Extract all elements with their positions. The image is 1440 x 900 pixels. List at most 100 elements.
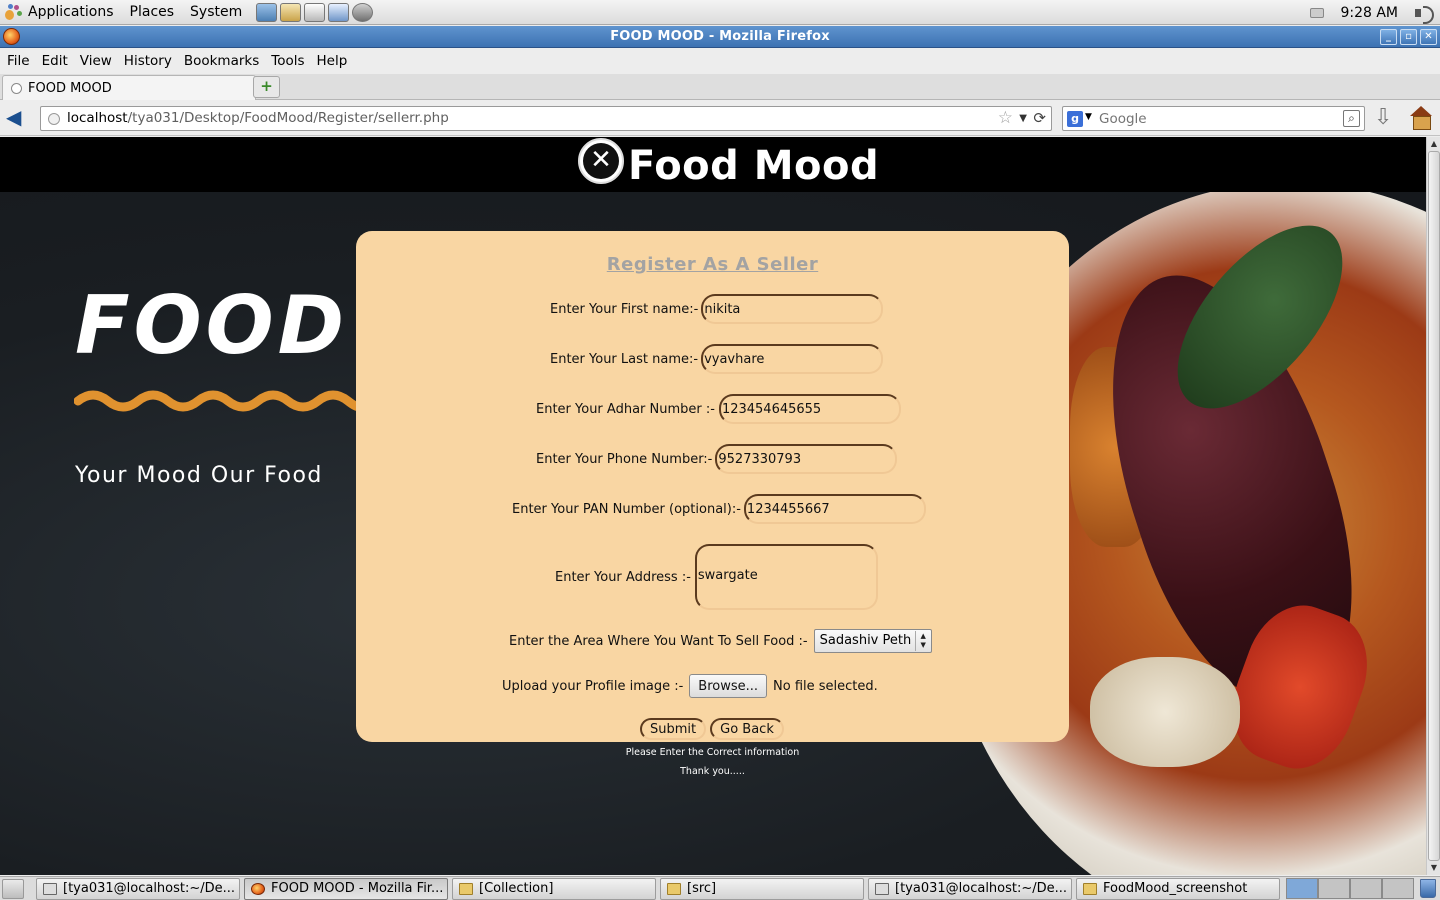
screenshot-launcher-icon[interactable] — [328, 2, 350, 22]
task-src-folder[interactable]: [src] — [660, 878, 864, 900]
task-collection-folder[interactable]: [Collection] — [452, 878, 656, 900]
places-menu[interactable]: Places — [122, 0, 183, 25]
window-titlebar[interactable]: FOOD MOOD - Mozilla Firefox _ ▫ ✕ — [0, 26, 1440, 48]
navigation-bar: ◀ localhost/tya031/Desktop/FoodMood/Regi… — [0, 101, 1440, 136]
seller-registration-form: Register As A Seller Enter Your First na… — [356, 231, 1069, 742]
area-select[interactable]: Sadashiv Peth ▲ ▼ — [813, 629, 933, 653]
download-arrow-icon[interactable]: ⇩ — [1374, 107, 1392, 129]
web-browser-launcher-icon[interactable] — [256, 2, 278, 22]
text-editor-launcher-icon[interactable] — [304, 2, 326, 22]
go-back-button[interactable]: Go Back — [710, 718, 784, 740]
url-history-dropdown-icon[interactable]: ▼ — [1019, 107, 1027, 130]
form-title: Register As A Seller — [606, 254, 819, 275]
search-magnifier-icon[interactable]: ⌕ — [1343, 110, 1360, 127]
scroll-down-arrow-icon[interactable]: ▼ — [1428, 862, 1440, 874]
file-status-text: No file selected. — [773, 678, 878, 694]
url-bar[interactable]: localhost/tya031/Desktop/FoodMood/Regist… — [40, 106, 1052, 131]
site-header: Food Mood — [0, 137, 1426, 192]
last-name-input[interactable] — [701, 344, 884, 374]
form-actions: Submit Go Back — [640, 718, 784, 740]
site-title: Food Mood — [628, 143, 880, 189]
volume-icon[interactable] — [1414, 4, 1434, 24]
address-textarea[interactable]: swargate — [694, 544, 878, 610]
last-name-row: Enter Your Last name:- — [550, 344, 884, 374]
bookmark-star-icon[interactable]: ☆ — [998, 107, 1013, 130]
workspace-4[interactable] — [1382, 878, 1414, 899]
task-label: [tya031@localhost:~/De... — [895, 881, 1068, 896]
scrollbar-thumb[interactable] — [1428, 151, 1440, 861]
task-label: FoodMood_screenshot — [1103, 881, 1248, 896]
phone-number-input[interactable] — [715, 444, 898, 474]
back-arrow-icon[interactable]: ◀ — [6, 107, 30, 129]
search-engine-dropdown-icon[interactable]: ▼ — [1085, 112, 1092, 122]
close-button[interactable]: ✕ — [1420, 29, 1437, 45]
address-label: Enter Your Address :- — [555, 569, 691, 585]
submit-button[interactable]: Submit — [640, 718, 707, 740]
page-viewport: Food Mood FOOD MOOD Your Mood Our Food R… — [0, 137, 1426, 875]
trash-icon[interactable] — [1420, 879, 1436, 898]
task-firefox[interactable]: FOOD MOOD - Mozilla Fir... — [244, 878, 448, 900]
tab-food-mood[interactable]: FOOD MOOD — [2, 75, 256, 100]
url-path: /tya031/Desktop/FoodMood/Register/seller… — [127, 110, 449, 126]
task-screenshot-folder[interactable]: FoodMood_screenshot — [1076, 878, 1280, 900]
menu-history[interactable]: History — [118, 53, 178, 69]
adhar-row: Enter Your Adhar Number :- — [536, 394, 901, 424]
page-scrollbar[interactable]: ▲ ▼ — [1426, 137, 1440, 875]
menu-bar: File Edit View History Bookmarks Tools H… — [0, 49, 1440, 73]
area-row: Enter the Area Where You Want To Sell Fo… — [509, 629, 933, 653]
area-label: Enter the Area Where You Want To Sell Fo… — [509, 633, 808, 649]
search-bar: g ▼ ⌕ — [1062, 106, 1365, 131]
task-terminal-2[interactable]: [tya031@localhost:~/De... — [868, 878, 1072, 900]
menu-view[interactable]: View — [74, 53, 118, 69]
menu-edit[interactable]: Edit — [36, 53, 74, 69]
maximize-button[interactable]: ▫ — [1400, 29, 1417, 45]
workspace-2[interactable] — [1318, 878, 1350, 899]
home-icon[interactable] — [1408, 106, 1434, 130]
hero-tagline: Your Mood Our Food — [75, 463, 323, 488]
terminal-icon — [875, 883, 889, 895]
gnome-foot-icon — [5, 4, 23, 20]
applications-menu-label: Applications — [28, 3, 114, 20]
page-favicon-icon — [11, 82, 22, 94]
fork-knife-logo-icon — [578, 138, 624, 184]
panel-clock[interactable]: 9:28 AM — [1340, 5, 1398, 21]
pan-number-input[interactable] — [743, 494, 926, 524]
mail-launcher-icon[interactable] — [280, 2, 302, 22]
first-name-input[interactable] — [701, 294, 884, 324]
workspace-3[interactable] — [1350, 878, 1382, 899]
first-name-row: Enter Your First name:- — [550, 294, 884, 324]
top-panel: Applications Places System 9:28 AM — [0, 0, 1440, 25]
workspace-1[interactable] — [1286, 878, 1318, 899]
site-identity-icon[interactable] — [48, 113, 60, 125]
new-tab-button[interactable]: + — [253, 76, 280, 98]
tab-bar: FOOD MOOD + — [0, 74, 1440, 100]
menu-file[interactable]: File — [1, 53, 36, 69]
applications-menu[interactable]: Applications — [0, 0, 122, 25]
search-input[interactable] — [1099, 110, 1339, 128]
browse-file-button[interactable]: Browse... — [689, 674, 768, 698]
reload-icon[interactable]: ⟳ — [1033, 107, 1046, 130]
task-label: FOOD MOOD - Mozilla Fir... — [271, 881, 444, 896]
phone-label: Enter Your Phone Number:- — [536, 451, 713, 467]
scroll-up-arrow-icon[interactable]: ▲ — [1428, 138, 1440, 150]
panel-launchers — [256, 2, 374, 22]
form-note-line-2: Thank you..... — [680, 766, 745, 777]
network-launcher-icon[interactable] — [352, 2, 374, 22]
google-search-engine-icon[interactable]: g — [1067, 111, 1083, 127]
menu-help[interactable]: Help — [311, 53, 354, 69]
show-desktop-icon[interactable] — [2, 879, 24, 899]
select-updown-arrows-icon: ▲ ▼ — [915, 631, 930, 651]
network-tray-icon[interactable] — [1310, 7, 1325, 18]
first-name-label: Enter Your First name:- — [550, 301, 699, 317]
folder-icon — [1083, 883, 1097, 895]
workspace-switcher — [1286, 878, 1414, 900]
task-terminal-1[interactable]: [tya031@localhost:~/De... — [36, 878, 240, 900]
adhar-number-input[interactable] — [718, 394, 901, 424]
minimize-button[interactable]: _ — [1380, 29, 1397, 45]
task-label: [Collection] — [479, 881, 554, 896]
address-row: Enter Your Address :- swargate — [555, 544, 878, 610]
firefox-task-icon — [251, 883, 265, 895]
menu-tools[interactable]: Tools — [265, 53, 310, 69]
menu-bookmarks[interactable]: Bookmarks — [178, 53, 265, 69]
system-menu[interactable]: System — [182, 0, 250, 25]
